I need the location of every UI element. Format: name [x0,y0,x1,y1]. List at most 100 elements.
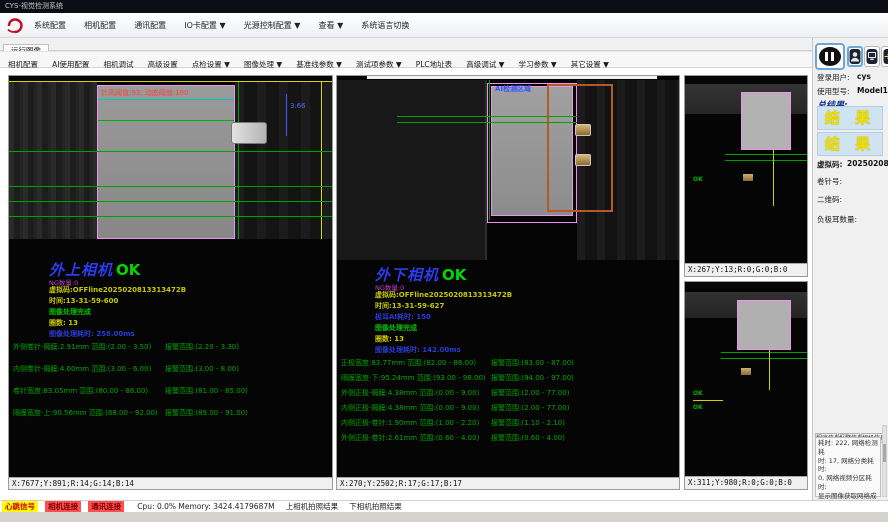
measurement-row: 内侧正极-隔膜:4.38mm 范围:(0.00 - 9.00) 报警范围:(2.0… [341,403,679,413]
camera-view-center[interactable]: AI检测区域 外下相机OK NG数量:0 虚拟码:OFFline20250208… [337,76,679,477]
toolbar: 相机配置 AI使用配置 相机调试 高级设置 点检设置 ▼ 图像处理 ▼ 基准线参… [0,51,812,68]
app-window: CYS-视觉检测系统 系统配置 相机配置 通讯配置 IO卡配置 ▼ 光源控制配置… [0,0,888,522]
threshold-overlay-text: 针高阈值:93, 动态阈值:100 [101,88,188,98]
time-line: 时间:13-31-59-627 [375,301,444,311]
overlay-green-hline-cell [98,120,234,121]
log-line: 显示图像获取网络成功 [818,492,878,500]
camera-view-right-bottom[interactable]: OK OK [685,282,807,476]
camera-panel-right-bottom: OK OK X:311;Y:980;R:0;G:0;B:0 [684,281,808,490]
measurement-row: 内侧卷针-隔膜:4.60mm 范围:(3.00 - 6.00) 报警范围:(3.0… [13,364,332,374]
menu-items: 系统配置 相机配置 通讯配置 IO卡配置 ▼ 光源控制配置 ▼ 查看 ▼ 系统语… [34,13,422,38]
measurement-row: 卷针宽度:83.05mm 范围:(80.00 - 86.00) 报警范围:(81.… [13,386,332,396]
alarm-range-text: 报警范围:(1.10 - 2.10) [491,418,565,428]
camera-view-right-top[interactable]: OK [685,76,807,263]
needle-number-label: 卷针号: [817,176,842,187]
measurement-text: 内侧正极-隔膜:4.38mm 范围:(0.00 - 9.00) [341,404,479,412]
pause-button[interactable] [815,43,845,70]
log-scrollbar[interactable] [882,425,887,497]
upper-camera-result-link[interactable]: 上相机拍照结果 [286,501,339,512]
window-title: CYS-视觉检测系统 [5,2,63,10]
menu-item-io-config[interactable]: IO卡配置 ▼ [184,14,225,38]
detect-rect-orange [547,84,613,212]
camera-panel-right-top: OK X:267;Y:13;R:0;G:0;B:0 [684,75,808,277]
done-line: 图像处理完成 [49,307,91,317]
titlebar: CYS-视觉检测系统 [0,0,888,13]
model-label: 使用型号: [817,86,850,97]
exit-door-icon [883,48,888,65]
time-line: 时间:13-31-59-600 [49,296,118,306]
monitor-icon [866,48,878,65]
ok-overlay-label-2: OK [693,404,703,411]
measurement-row: 内侧正极-卷针:1.90mm 范围:(1.00 - 2.20) 报警范围:(1.1… [341,418,679,428]
side-panel: 登录用户: cys 使用型号: Model1 总结果: 结 果 结 果 虚拟码:… [812,38,888,500]
turns-line: 圈数: 13 [49,318,78,328]
heartbeat-status-badge: 心跳信号 [2,501,38,512]
measurement-row: 隔膜宽度-下:95.24mm 范围:(93.00 - 98.00)报警范围:(9… [341,373,679,383]
app-logo-icon [5,17,25,34]
tab-bar: 运行图像 [0,38,812,51]
cpu-memory-readout: Cpu: 0.0% Memory: 3424.4179687M [137,501,274,512]
camera-panel-left: 针高阈值:93, 动态阈值:100 3.66 外上相机OK NG数量:0 虚拟码… [8,75,333,490]
menu-item-camera-config[interactable]: 相机配置 [84,14,116,38]
coordinate-text: X:311;Y:980;R:0;G:0;B:0 [688,478,792,487]
coordinate-readout-right-bottom: X:311;Y:980;R:0;G:0;B:0 [685,476,807,489]
overlay-green-hline-1 [721,352,807,353]
overlay-yellow-vline [769,350,770,390]
measure-value-label: 3.66 [290,102,306,110]
ai-region-label: AI检测区域 [495,84,531,94]
camera-panel-center: AI检测区域 外下相机OK NG数量:0 虚拟码:OFFline20250208… [336,75,680,490]
measurement-text: 隔膜宽度-下:95.24mm 范围:(93.00 - 98.00) [341,374,486,382]
overlay-green-hline-2 [9,186,332,187]
overlay-green-hline-1 [725,154,807,155]
lower-camera-result-link[interactable]: 下相机拍照结果 [349,501,402,512]
elapsed-line: 图像处理耗时: 142.00ms [375,345,461,355]
ok-badge: OK [116,261,140,279]
measurement-text: 外侧正极-卷针:2.61mm 范围:(0.60 - 4.00) [341,434,479,442]
log-line: 时: 17, 网络分类耗时: [818,457,878,475]
turns-line: 圈数: 13 [375,334,404,344]
menu-item-comm-config[interactable]: 通讯配置 [134,14,166,38]
virtual-code-label: 虚拟码: [817,159,843,170]
tab-spot-1 [575,124,591,136]
alarm-range-text: 报警范围:(3.00 - 8.00) [165,364,239,374]
overlay-green-hline-2 [397,122,577,123]
overlay-yellow-hline [693,400,723,401]
virtual-code-value: 20250208 [847,159,888,168]
menu-item-view[interactable]: 查看 ▼ [319,14,344,38]
measurement-text: 内侧正极-卷针:1.90mm 范围:(1.00 - 2.20) [341,419,479,427]
log-output[interactable]: 耗时: 222, 网络检测耗 时: 17, 网络分类耗时: 0, 网络视频分区耗… [815,437,881,497]
overlay-green-hline-3 [9,201,332,202]
pause-icon [819,47,841,66]
ai-elapsed-line: 极耳AI耗时: 150 [375,312,431,322]
comm-link-status-badge: 通讯连接 [88,501,124,512]
ok-badge: OK [442,266,466,284]
overlay-green-hline-1 [397,116,577,117]
alarm-range-text: 报警范围:(2.00 - 77.00) [491,388,569,398]
exit-button[interactable] [881,46,888,67]
measurement-text: 卷针宽度:83.05mm 范围:(80.00 - 86.00) [13,387,148,395]
overlay-green-hline-4 [9,216,332,217]
tab-spot [743,174,753,181]
result-box-upper: 结 果 [817,106,883,130]
ok-overlay-label-1: OK [693,390,703,397]
camera-link-status-badge: 相机连接 [45,501,81,512]
alarm-range-text: 报警范围:(81.00 - 85.00) [165,386,248,396]
camera-view-left[interactable]: 针高阈值:93, 动态阈值:100 3.66 外上相机OK NG数量:0 虚拟码… [9,76,332,477]
coordinate-readout-left: X:7677;Y:891;R:14;G:14;B:14 [9,477,332,489]
qr-code-label: 二维码: [817,194,842,205]
login-user-value: cys [857,72,871,81]
negative-tab-count-label: 负极耳数量: [817,214,857,225]
menu-item-light-config[interactable]: 光源控制配置 ▼ [244,14,301,38]
result-box-lower: 结 果 [817,132,883,156]
coordinate-text: X:270;Y:2502;R:17;G:17;B:17 [340,479,462,488]
measurement-text: 内侧卷针-隔膜:4.60mm 范围:(3.00 - 6.00) [13,365,151,373]
monitor-button[interactable] [864,46,880,67]
user-button[interactable] [847,46,863,67]
menu-item-language[interactable]: 系统语言切换 [361,14,409,38]
alarm-range-text: 报警范围:(2.20 - 3.30) [165,342,239,352]
log-scrollbar-thumb[interactable] [883,444,886,462]
coordinate-readout-center: X:270;Y:2502;R:17;G:17;B:17 [337,477,679,489]
alarm-range-text: 报警范围:(2.00 - 77.00) [491,403,569,413]
menu-item-system-config[interactable]: 系统配置 [34,14,66,38]
ok-overlay-label: OK [693,176,703,183]
